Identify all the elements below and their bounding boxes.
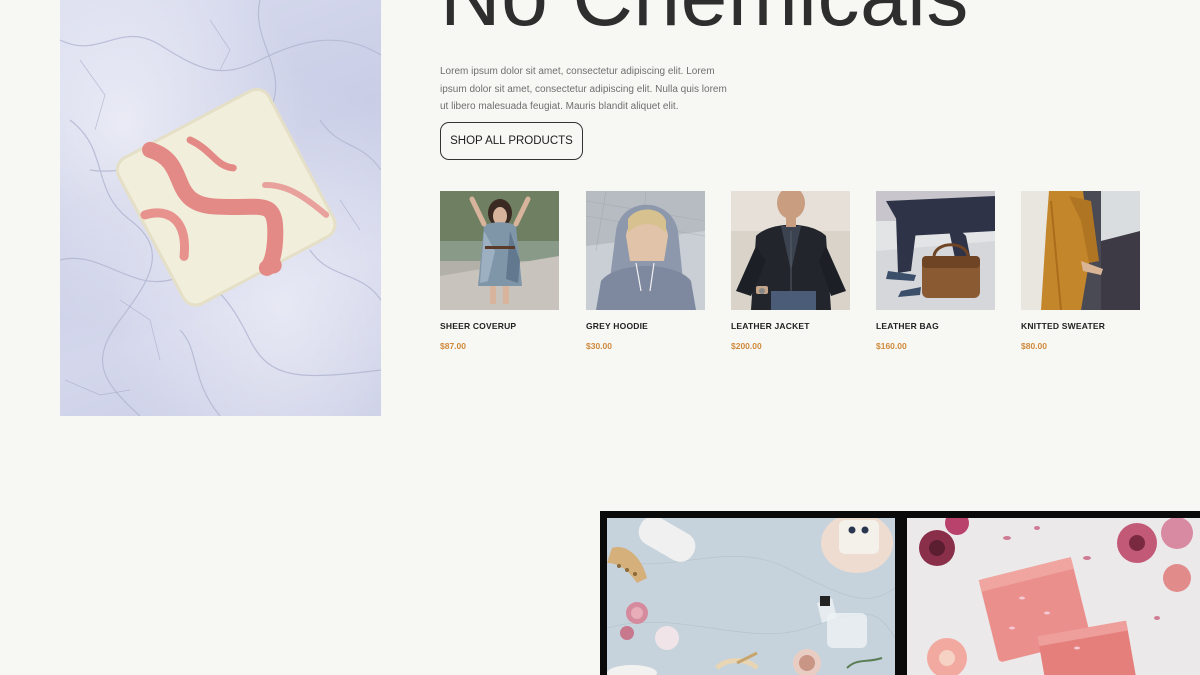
- page-title: No Chemicals: [440, 0, 969, 46]
- product-price: $160.00: [876, 341, 907, 351]
- product-name[interactable]: LEATHER JACKET: [731, 321, 850, 331]
- product-list: SHEER COVERUP $87.00 GREY HOODIE $30.00 …: [440, 191, 1140, 361]
- hero-description: Lorem ipsum dolor sit amet, consectetur …: [440, 66, 727, 112]
- product-price: $87.00: [440, 341, 466, 351]
- product-card-sheer-coverup[interactable]: SHEER COVERUP $87.00: [440, 191, 559, 351]
- product-price: $200.00: [731, 341, 762, 351]
- hero-soap-image: [60, 0, 381, 416]
- product-card-knitted-sweater[interactable]: KNITTED SWEATER $80.00: [1021, 191, 1140, 351]
- product-price: $80.00: [1021, 341, 1047, 351]
- shop-all-products-button[interactable]: SHOP ALL PRODUCTS: [440, 122, 583, 160]
- product-card-leather-bag[interactable]: LEATHER BAG $160.00: [876, 191, 995, 351]
- gallery-image-bath-flatlay[interactable]: [607, 518, 895, 675]
- product-image-leather-jacket[interactable]: [731, 191, 850, 310]
- product-name[interactable]: KNITTED SWEATER: [1021, 321, 1140, 331]
- product-card-leather-jacket[interactable]: LEATHER JACKET $200.00: [731, 191, 850, 351]
- product-image-sheer-coverup[interactable]: [440, 191, 559, 310]
- product-image-grey-hoodie[interactable]: [586, 191, 705, 310]
- gallery-image-pink-soap[interactable]: [907, 518, 1200, 675]
- page: No Chemicals Lorem ipsum dolor sit amet,…: [0, 0, 1200, 675]
- product-image-leather-bag[interactable]: [876, 191, 995, 310]
- product-price: $30.00: [586, 341, 612, 351]
- product-name[interactable]: SHEER COVERUP: [440, 321, 559, 331]
- gallery: [600, 511, 1200, 675]
- product-name[interactable]: GREY HOODIE: [586, 321, 705, 331]
- product-name[interactable]: LEATHER BAG: [876, 321, 995, 331]
- product-card-grey-hoodie[interactable]: GREY HOODIE $30.00: [586, 191, 705, 351]
- product-image-knitted-sweater[interactable]: [1021, 191, 1140, 310]
